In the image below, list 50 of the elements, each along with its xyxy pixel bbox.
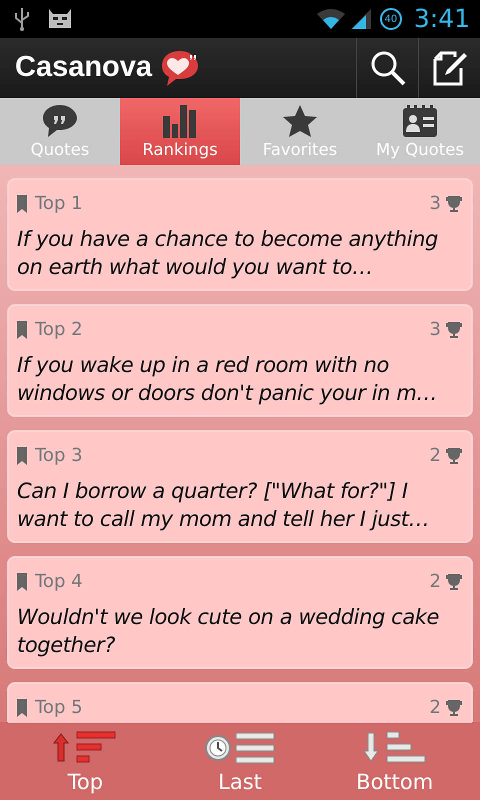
quote-card[interactable]: Top 1 3 If you have a chance to become anything on earth what would you want to… (8, 179, 472, 290)
trophy-icon (445, 194, 463, 212)
bottom-button[interactable]: Last (162, 723, 318, 800)
heart-bubble-logo (160, 49, 200, 87)
sort-up-icon (53, 731, 118, 765)
star-icon (282, 104, 318, 138)
app-title: Casanova (14, 50, 152, 86)
vote-count: 2 (430, 444, 441, 468)
vote-count: 3 (430, 318, 441, 342)
sort-down-icon (362, 731, 427, 765)
quote-text: Can I borrow a quarter? ["What for?"] I want to call my mom and tell her I just… (17, 478, 430, 533)
contact-card-icon (402, 104, 438, 138)
trophy-icon (445, 572, 463, 590)
bottom-button[interactable]: Top (8, 723, 163, 800)
rank-label: Top 1 (35, 192, 83, 216)
rank-label: Top 3 (35, 444, 83, 468)
trophy-icon (445, 320, 463, 338)
recent-list-icon (204, 731, 276, 765)
trophy-icon (445, 698, 463, 716)
quote-card[interactable]: Top 4 2 Wouldn't we look cute on a wedding cake together? (8, 557, 472, 668)
quote-card[interactable]: Top 3 2 Can I borrow a quarter? ["What for?"] I want to call my mom and tell her I just… (8, 431, 472, 542)
bookmark-icon (17, 572, 27, 590)
bookmark-icon (17, 194, 27, 212)
vote-count: 2 (430, 696, 441, 720)
quote-card[interactable]: Top 2 3 If you wake up in a red room with no windows or doors don't panic your in m… (8, 305, 472, 416)
vote-count: 2 (430, 570, 441, 594)
speech-bubble-icon (42, 104, 78, 138)
compose-icon (432, 50, 468, 86)
usb-icon (14, 7, 30, 31)
quote-card[interactable]: Top 5 2 (8, 683, 472, 722)
rank-label: Top 2 (35, 318, 83, 342)
trophy-icon (445, 446, 463, 464)
bookmark-icon (17, 320, 27, 338)
search-icon (370, 50, 406, 86)
quote-text: Wouldn't we look cute on a wedding cake together? (17, 604, 440, 659)
bookmark-icon (17, 698, 27, 716)
rank-label: Top 4 (35, 570, 83, 594)
bar-chart-icon (162, 104, 198, 138)
rank-label: Top 5 (35, 696, 83, 720)
quote-text: If you have a chance to become anything on earth what would you want to… (17, 226, 439, 281)
wifi-icon (316, 8, 346, 30)
tab[interactable]: Rankings (120, 98, 240, 165)
clock-time: 3:41 (414, 3, 470, 36)
battery-indicator: 40 (380, 8, 402, 30)
vote-count: 3 (430, 192, 441, 216)
bookmark-icon (17, 446, 27, 464)
quote-text: If you wake up in a red room with no windows or doors don't panic your in m… (17, 352, 438, 407)
robot-head-icon (46, 8, 74, 30)
signal-icon (350, 8, 372, 30)
bottom-button[interactable]: Bottom (317, 723, 472, 800)
